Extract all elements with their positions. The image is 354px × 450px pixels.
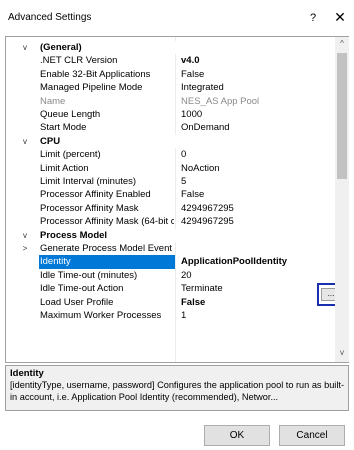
property-row[interactable]: Limit (percent) 0 (6, 148, 335, 161)
description-text: [identityType, username, password] Confi… (10, 380, 344, 402)
property-row[interactable]: Limit Action NoAction (6, 162, 335, 175)
property-value[interactable]: 5 (181, 175, 321, 188)
property-row[interactable]: Processor Affinity Mask (64-bit c 4294967… (6, 215, 335, 228)
scroll-thumb[interactable] (337, 53, 347, 179)
close-button[interactable]: ✕ (333, 10, 347, 24)
property-value[interactable]: 0 (181, 148, 321, 161)
property-value[interactable]: Integrated (181, 81, 321, 94)
property-value[interactable]: Terminate (181, 282, 321, 295)
property-row[interactable]: Processor Affinity Enabled False (6, 188, 335, 201)
property-name: Generate Process Model Event L (40, 243, 174, 254)
property-name: Managed Pipeline Mode (40, 82, 143, 94)
category-label: CPU (40, 135, 61, 147)
collapse-chevron-icon[interactable]: v (20, 41, 30, 54)
vertical-scrollbar[interactable]: ^ v (335, 37, 349, 362)
category-row[interactable]: v CPU (6, 134, 335, 149)
property-row[interactable]: Processor Affinity Mask 4294967295 (6, 202, 335, 215)
scroll-up-arrow-icon[interactable]: ^ (335, 39, 349, 51)
property-value[interactable]: NES_AS App Pool (181, 95, 321, 108)
property-value[interactable]: v4.0 (181, 54, 321, 67)
property-value[interactable]: 20 (181, 269, 321, 282)
property-value[interactable]: NoAction (181, 162, 321, 175)
property-value[interactable]: False (181, 296, 321, 309)
property-row[interactable]: Maximum Worker Processes 1 (6, 309, 335, 322)
cancel-button[interactable]: Cancel (279, 425, 345, 446)
property-name: Idle Time-out (minutes) (40, 269, 138, 281)
property-name: Idle Time-out Action (40, 283, 124, 295)
property-grid: v (General) .NET CLR Version v4.0 Enable 32-… (5, 36, 349, 363)
property-row[interactable]: Queue Length 1000 (6, 108, 335, 121)
property-row[interactable]: Managed Pipeline Mode Integrated (6, 81, 335, 94)
property-name: Processor Affinity Enabled (40, 189, 151, 201)
title-bar: Advanced Settings ? ✕ (0, 0, 354, 36)
property-row[interactable]: Idle Time-out Action Terminate (6, 282, 335, 295)
property-name: Limit Interval (minutes) (40, 176, 137, 187)
property-row[interactable]: Enable 32-Bit Applications False (6, 68, 335, 81)
property-value[interactable]: ApplicationPoolIdentity (181, 255, 321, 268)
ok-button[interactable]: OK (204, 425, 270, 446)
property-name: Queue Length (40, 109, 101, 120)
property-row[interactable]: Load User Profile False (6, 296, 335, 309)
property-name: Maximum Worker Processes (40, 310, 162, 321)
expand-chevron-icon[interactable]: > (20, 242, 30, 255)
property-name: Processor Affinity Mask (64-bit c (40, 216, 174, 228)
category-label: (General) (40, 42, 82, 53)
property-name: Load User Profile (40, 296, 114, 308)
property-row[interactable]: Identity ApplicationPoolIdentity (6, 255, 335, 269)
property-row[interactable]: Idle Time-out (minutes) 20 (6, 269, 335, 282)
property-name: Identity (39, 255, 175, 269)
property-name: Processor Affinity Mask (40, 202, 139, 214)
collapse-chevron-icon[interactable]: v (20, 229, 30, 242)
collapse-chevron-icon[interactable]: v (20, 135, 30, 148)
property-value[interactable]: False (181, 188, 321, 201)
property-value[interactable]: OnDemand (181, 121, 321, 134)
description-panel: Identity [identityType, username, passwo… (5, 365, 349, 411)
property-row[interactable]: Limit Interval (minutes) 5 (6, 175, 335, 188)
category-row[interactable]: v Process Model (6, 228, 335, 242)
property-value[interactable]: 1 (181, 309, 321, 322)
property-value[interactable]: 1000 (181, 108, 321, 121)
property-row[interactable]: > Generate Process Model Event L (6, 242, 335, 255)
description-title: Identity (10, 368, 44, 379)
property-value[interactable]: 4294967295 (181, 202, 321, 215)
property-grid-rows: v (General) .NET CLR Version v4.0 Enable 32-… (6, 37, 335, 362)
property-value[interactable]: False (181, 68, 321, 81)
property-row[interactable]: Start Mode OnDemand (6, 121, 335, 134)
category-label: Process Model (40, 229, 108, 241)
property-name: .NET CLR Version (40, 55, 118, 67)
property-row[interactable]: Name NES_AS App Pool (6, 95, 335, 108)
property-name: Limit (percent) (40, 149, 101, 161)
help-button[interactable]: ? (306, 12, 320, 24)
property-name: Limit Action (40, 162, 89, 174)
property-name: Enable 32-Bit Applications (40, 68, 151, 80)
property-name: Start Mode (40, 122, 87, 134)
category-row[interactable]: v (General) (6, 41, 335, 55)
property-row[interactable]: .NET CLR Version v4.0 (6, 54, 335, 67)
scroll-down-arrow-icon[interactable]: v (335, 348, 349, 360)
property-name: Name (40, 95, 66, 107)
property-value[interactable]: 4294967295 (181, 215, 321, 228)
window-title: Advanced Settings (8, 12, 92, 23)
